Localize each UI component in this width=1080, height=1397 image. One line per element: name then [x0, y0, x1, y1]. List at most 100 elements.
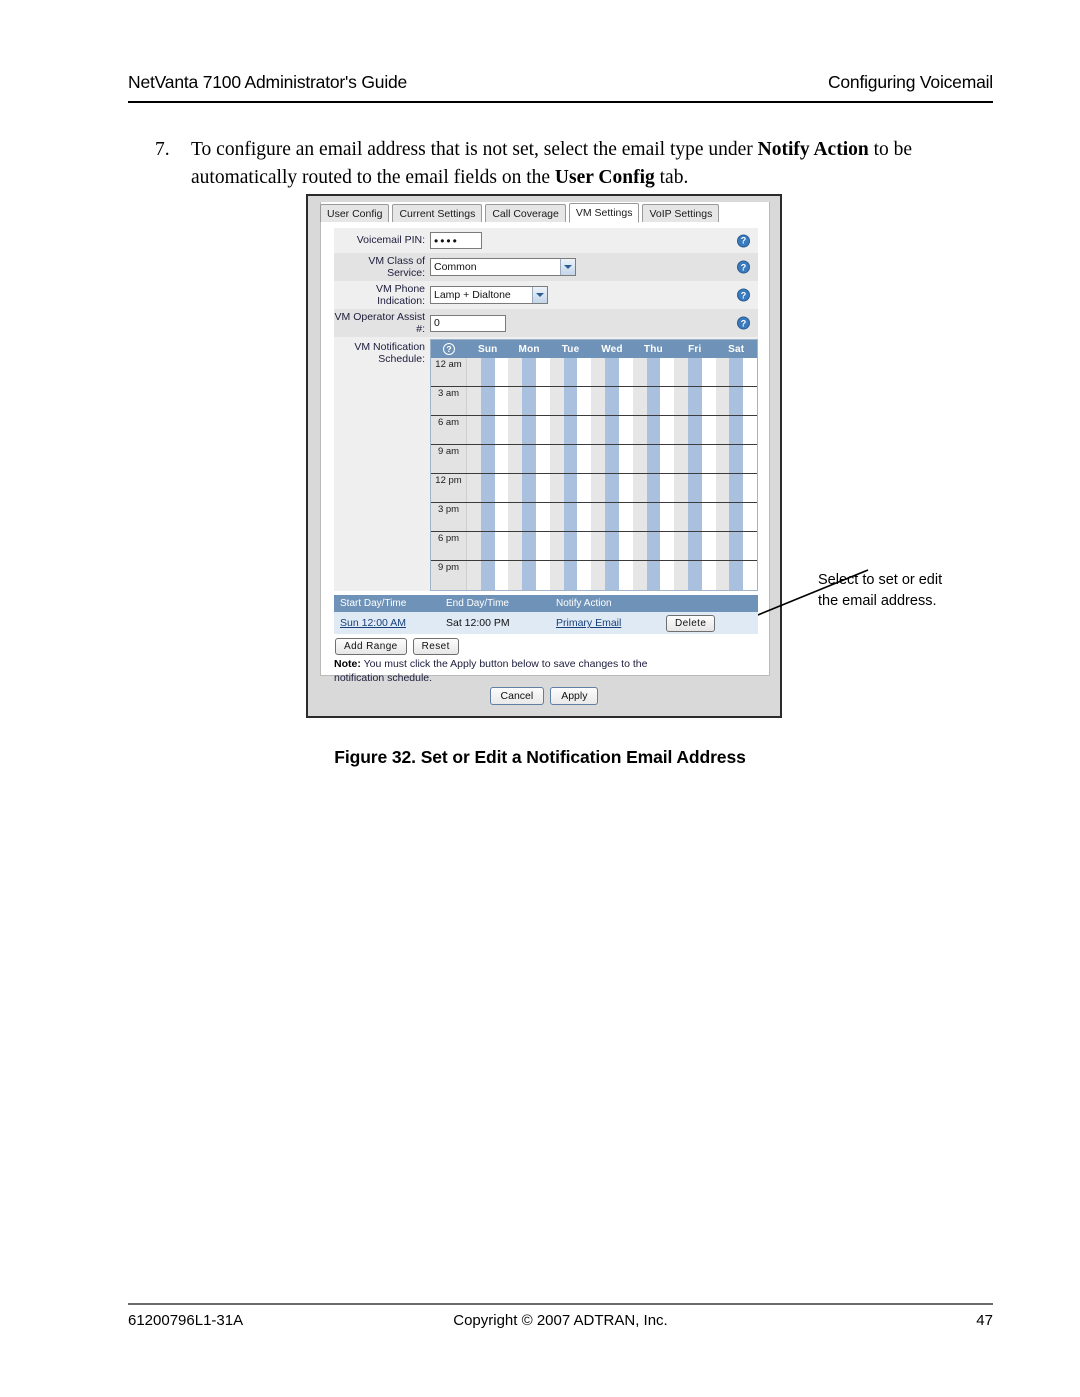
add-range-button[interactable]: Add Range: [335, 638, 407, 656]
schedule-cell-sun[interactable]: [467, 503, 509, 532]
schedule-cell-sun[interactable]: [467, 387, 509, 416]
notification-schedule-grid[interactable]: ? Sun Mon Tue Wed Thu Fri Sat 12 am 3 am 6…: [430, 339, 758, 592]
schedule-cell-mon[interactable]: [508, 474, 550, 503]
schedule-cell-wed[interactable]: [591, 387, 633, 416]
schedule-cell-sun[interactable]: [467, 445, 509, 474]
schedule-cell-wed[interactable]: [591, 532, 633, 561]
tab-call-coverage[interactable]: Call Coverage: [485, 203, 566, 222]
help-question-icon[interactable]: ?: [737, 260, 750, 274]
schedule-cell-fri[interactable]: [674, 358, 716, 387]
vm-phone-indication-value: Lamp + Dialtone: [434, 289, 511, 302]
tab-user-config[interactable]: User Config: [320, 203, 390, 222]
schedule-row-6-pm: 6 pm: [431, 532, 757, 562]
schedule-cell-wed[interactable]: [591, 445, 633, 474]
schedule-time-label: 9 am: [431, 445, 467, 474]
schedule-cell-fri[interactable]: [674, 532, 716, 561]
schedule-cell-tue[interactable]: [549, 561, 592, 591]
schedule-cell-fri[interactable]: [674, 445, 716, 474]
notify-action-primary-email-link[interactable]: Primary Email: [556, 617, 621, 629]
schedule-cell-sat[interactable]: [715, 503, 757, 532]
field-row-voicemail-pin: Voicemail PIN: •••• ?: [334, 228, 758, 253]
schedule-grid-header: ? Sun Mon Tue Wed Thu Fri Sat: [431, 340, 757, 359]
step-number: 7.: [155, 139, 170, 160]
vm-class-of-service-select[interactable]: Common: [430, 258, 576, 277]
vm-notification-schedule-label: VM Notification Schedule:: [354, 341, 425, 366]
schedule-cell-fri[interactable]: [674, 387, 716, 416]
cancel-button[interactable]: Cancel: [489, 687, 545, 705]
schedule-cell-fri[interactable]: [674, 474, 716, 503]
chevron-down-icon[interactable]: [560, 259, 575, 276]
schedule-help-cell: ?: [431, 343, 467, 356]
schedule-cell-mon[interactable]: [508, 503, 550, 532]
vm-phone-indication-select[interactable]: Lamp + Dialtone: [430, 286, 548, 305]
tab-current-settings[interactable]: Current Settings: [392, 203, 483, 222]
schedule-cell-sun[interactable]: [467, 416, 509, 445]
schedule-cell-sun[interactable]: [467, 358, 509, 387]
schedule-cell-mon[interactable]: [508, 387, 550, 416]
figure-caption: Figure 32. Set or Edit a Notification Em…: [334, 747, 746, 767]
schedule-cell-sat[interactable]: [715, 358, 757, 387]
page-footer: 61200796L1-31A Copyright © 2007 ADTRAN, …: [128, 1312, 993, 1329]
tab-voip-settings[interactable]: VoIP Settings: [642, 203, 720, 222]
chevron-down-icon[interactable]: [532, 287, 547, 304]
schedule-time-label: 3 am: [431, 387, 467, 416]
reset-button[interactable]: Reset: [412, 638, 459, 656]
schedule-cell-fri[interactable]: [674, 416, 716, 445]
schedule-cell-thu[interactable]: [632, 474, 675, 503]
schedule-cell-mon[interactable]: [508, 445, 550, 474]
help-question-icon[interactable]: ?: [737, 234, 750, 247]
schedule-cell-tue[interactable]: [549, 358, 592, 387]
step-text: To configure an email address that is no…: [191, 136, 915, 193]
schedule-cell-wed[interactable]: [591, 416, 633, 445]
schedule-cell-sat[interactable]: [715, 561, 757, 591]
tab-vm-settings[interactable]: VM Settings: [568, 202, 640, 223]
schedule-cell-thu[interactable]: [632, 445, 675, 474]
schedule-cell-tue[interactable]: [549, 445, 592, 474]
footer-copyright: Copyright © 2007 ADTRAN, Inc.: [453, 1312, 668, 1329]
schedule-cell-tue[interactable]: [549, 503, 592, 532]
schedule-cell-mon[interactable]: [508, 561, 550, 591]
voicemail-pin-input[interactable]: ••••: [430, 232, 482, 249]
vm-operator-assist-input[interactable]: 0: [430, 314, 506, 332]
schedule-cell-sun[interactable]: [467, 474, 509, 503]
schedule-cell-sat[interactable]: [715, 445, 757, 474]
schedule-cell-sat[interactable]: [715, 532, 757, 561]
schedule-cell-sat[interactable]: [715, 474, 757, 503]
help-question-icon[interactable]: ?: [737, 288, 750, 302]
help-question-icon[interactable]: ?: [443, 343, 455, 356]
schedule-cell-wed[interactable]: [591, 503, 633, 532]
schedule-cell-fri[interactable]: [674, 503, 716, 532]
vm-notification-schedule-section: VM Notification Schedule: ? Sun Mon Tue …: [334, 337, 758, 592]
schedule-cell-mon[interactable]: [508, 416, 550, 445]
schedule-cell-fri[interactable]: [674, 561, 716, 591]
schedule-cell-sun[interactable]: [467, 561, 509, 591]
schedule-cell-tue[interactable]: [549, 532, 592, 561]
schedule-cell-wed[interactable]: [591, 358, 633, 387]
schedule-cell-wed[interactable]: [591, 474, 633, 503]
header-right-title: Configuring Voicemail: [827, 72, 993, 92]
schedule-cell-thu[interactable]: [632, 561, 675, 591]
schedule-cell-sat[interactable]: [715, 387, 757, 416]
schedule-cell-thu[interactable]: [632, 358, 675, 387]
delete-button[interactable]: Delete: [666, 614, 716, 632]
schedule-cell-tue[interactable]: [549, 474, 592, 503]
start-day-time-link[interactable]: Sun 12:00 AM: [340, 617, 406, 629]
schedule-cell-thu[interactable]: [632, 503, 675, 532]
notification-table-header: Start Day/Time End Day/Time Notify Actio…: [334, 595, 758, 613]
schedule-cell-wed[interactable]: [591, 561, 633, 591]
schedule-cell-thu[interactable]: [632, 532, 675, 561]
schedule-cell-sat[interactable]: [715, 416, 757, 445]
schedule-cell-thu[interactable]: [632, 416, 675, 445]
field-row-vm-class-of-service: VM Class of Service: Common ?: [334, 253, 758, 282]
schedule-row-9-am: 9 am: [431, 445, 757, 475]
schedule-cell-thu[interactable]: [632, 387, 675, 416]
schedule-cell-tue[interactable]: [549, 387, 592, 416]
schedule-cell-mon[interactable]: [508, 532, 550, 561]
schedule-cell-sun[interactable]: [467, 532, 509, 561]
day-header-thu: Thu: [643, 343, 663, 355]
schedule-cell-mon[interactable]: [508, 358, 550, 387]
apply-button[interactable]: Apply: [550, 687, 599, 705]
help-question-icon[interactable]: ?: [737, 316, 750, 330]
schedule-cell-tue[interactable]: [549, 416, 592, 445]
day-header-wed: Wed: [601, 343, 623, 355]
